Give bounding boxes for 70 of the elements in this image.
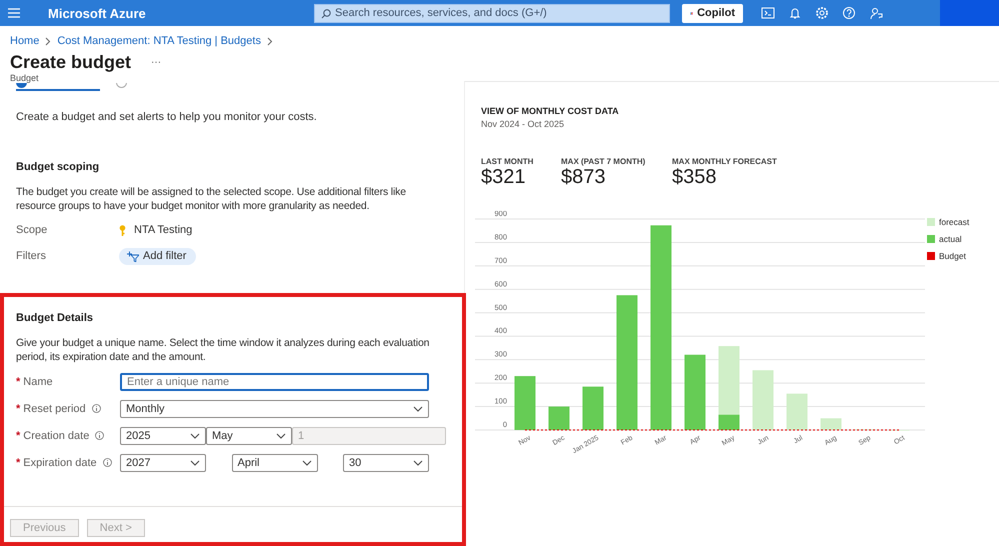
required-marker: * <box>16 376 20 388</box>
dropdown[interactable]: 30 <box>343 454 429 472</box>
field-label: Scope <box>16 224 48 236</box>
add-filter-button[interactable]: Add filter <box>119 248 196 264</box>
settings-icon[interactable] <box>815 6 829 20</box>
metric-label: MAX MONTHLY FORECAST <box>672 157 777 166</box>
search-field[interactable]: Search resources, services, and docs (G+/) <box>314 4 670 22</box>
caret-icon <box>302 460 312 466</box>
dropdown[interactable]: Monthly <box>120 400 429 418</box>
caret-icon <box>190 432 200 438</box>
bell-icon[interactable] <box>788 6 802 20</box>
bar <box>582 386 604 430</box>
metric-value: $358 <box>672 166 718 189</box>
legend-label: Budget <box>939 251 966 261</box>
field-label: Name <box>23 376 53 388</box>
bar <box>514 376 536 430</box>
dropdown[interactable]: 2027 <box>120 454 206 472</box>
terminal-icon[interactable] <box>761 6 775 20</box>
metric-value: $873 <box>561 166 606 189</box>
section-heading: Budget Details <box>16 312 94 324</box>
search-icon <box>321 8 331 18</box>
metric-label: MAX (PAST 7 MONTH) <box>561 157 646 166</box>
info-icon[interactable] <box>102 458 112 467</box>
info-icon[interactable] <box>92 404 101 413</box>
intro-text: Create a budget and set alerts to help you monitor your costs. <box>15 110 318 123</box>
field-label: Expiration date <box>23 456 97 468</box>
required-marker: * <box>16 430 20 442</box>
step-tab[interactable] <box>16 83 100 91</box>
dropdown[interactable]: 2025 <box>120 426 206 444</box>
chevron-icon <box>45 36 52 46</box>
feedback-icon[interactable] <box>869 6 883 20</box>
help-icon[interactable] <box>842 6 856 20</box>
required-marker: * <box>16 402 20 414</box>
info-icon[interactable] <box>95 431 104 440</box>
breadcrumb-link[interactable]: Home <box>10 35 40 47</box>
scope-value: NTA Testing <box>134 224 192 236</box>
bar <box>752 370 774 430</box>
section-heading: Budget scoping <box>16 161 100 173</box>
dropdown[interactable]: April <box>232 454 318 472</box>
bar <box>820 418 842 430</box>
chevron-icon <box>266 36 273 46</box>
brand-name[interactable]: Microsoft Azure <box>48 6 314 20</box>
copilot-button[interactable]: Copilot <box>682 4 743 22</box>
field-label: Creation date <box>23 430 90 442</box>
section-description: The budget you create will be assigned to the selected scope. Use additional filters like resource groups to have your budget monitor with more granularity as needed. <box>16 185 407 213</box>
metric-label: LAST MONTH <box>481 157 534 166</box>
legend-label: actual <box>939 234 962 244</box>
legend-label: forecast <box>939 217 970 227</box>
required-marker: * <box>16 456 20 468</box>
field-label: Reset period <box>23 402 86 414</box>
breadcrumb-link[interactable]: Cost Management: NTA Testing | Budgets <box>57 35 261 47</box>
caret-icon <box>413 406 423 412</box>
chart-title: VIEW OF MONTHLY COST DATA <box>481 106 620 116</box>
input-field[interactable]: Enter a unique name <box>120 372 429 390</box>
section-description: Give your budget a unique name. Select the time window it analyzes during each evaluation period, its expiration date and the amount. <box>16 336 430 364</box>
bar <box>548 406 570 430</box>
page-title: Create budget <box>10 52 132 73</box>
caret-icon <box>190 460 200 466</box>
metric-value: $321 <box>481 166 526 189</box>
date-range: Nov 2024 - Oct 2025 <box>481 119 566 129</box>
key-icon <box>119 224 126 236</box>
bar <box>786 394 808 430</box>
page-subtitle: Budget <box>9 73 40 83</box>
caret-icon <box>276 432 286 438</box>
caret-icon <box>413 460 423 466</box>
dropdown[interactable]: May <box>206 426 292 444</box>
field-label: Filters <box>16 250 47 262</box>
more-button[interactable]: ··· <box>151 57 162 68</box>
filter-add-icon <box>127 250 139 262</box>
menu-icon[interactable] <box>8 8 20 18</box>
